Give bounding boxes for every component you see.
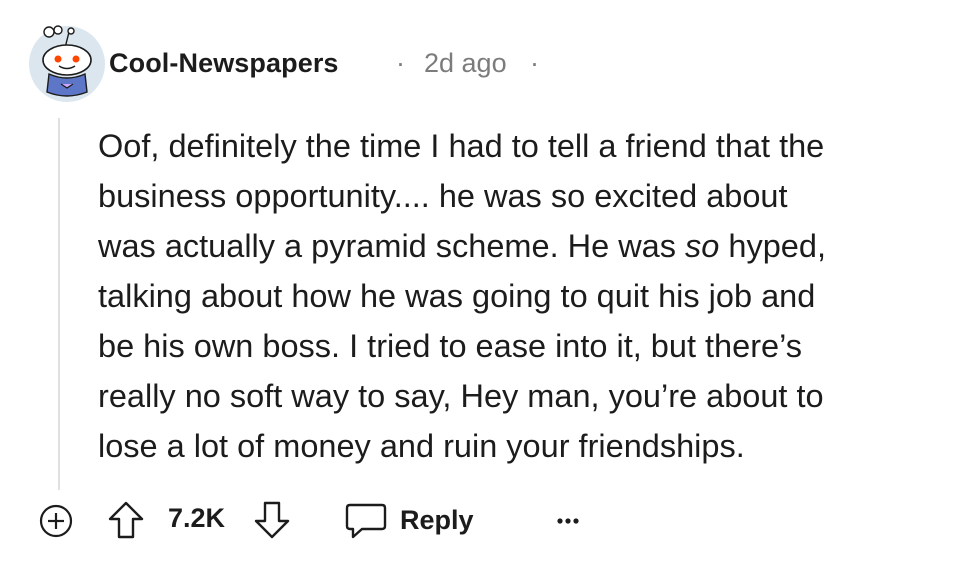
more-options-button[interactable] <box>552 506 588 536</box>
downvote-button[interactable] <box>252 499 292 541</box>
comment-timestamp[interactable]: 2d ago <box>424 48 507 79</box>
comment-body: Oof, definitely the time I had to tell a… <box>98 121 938 471</box>
comment-line: was actually a pyramid scheme. He was so… <box>98 228 826 264</box>
reply-button[interactable]: Reply <box>344 496 474 544</box>
upvote-button[interactable] <box>106 499 146 541</box>
emphasis-text: so <box>685 228 720 264</box>
reply-label: Reply <box>400 504 474 535</box>
comment-line: Oof, definitely the time I had to tell a… <box>98 128 825 164</box>
expand-button[interactable] <box>38 503 74 539</box>
thread-line[interactable] <box>58 118 60 490</box>
arrow-up-icon <box>108 501 144 539</box>
plus-circle-icon <box>39 504 73 538</box>
vote-score: 7.2K <box>168 503 226 533</box>
comment-line: business opportunity.... he was so excit… <box>98 178 788 214</box>
avatar[interactable] <box>27 22 107 102</box>
separator-dot-trailing: · <box>530 48 539 78</box>
arrow-down-icon <box>254 501 290 539</box>
comment-line: be his own boss. I tried to ease into it… <box>98 328 802 364</box>
comment-line: lose a lot of money and ruin your friend… <box>98 428 745 464</box>
separator-dot: · <box>396 48 405 78</box>
comment-action-bar: 7.2K Reply <box>0 490 968 550</box>
ellipsis-icon <box>557 518 579 524</box>
speech-bubble-icon <box>345 503 387 539</box>
snoo-avatar-icon <box>29 25 105 102</box>
comment-line: talking about how he was going to quit h… <box>98 278 816 314</box>
comment-line: really no soft way to say, Hey man, you’… <box>98 378 824 414</box>
comment-author[interactable]: Cool-Newspapers <box>109 48 339 79</box>
